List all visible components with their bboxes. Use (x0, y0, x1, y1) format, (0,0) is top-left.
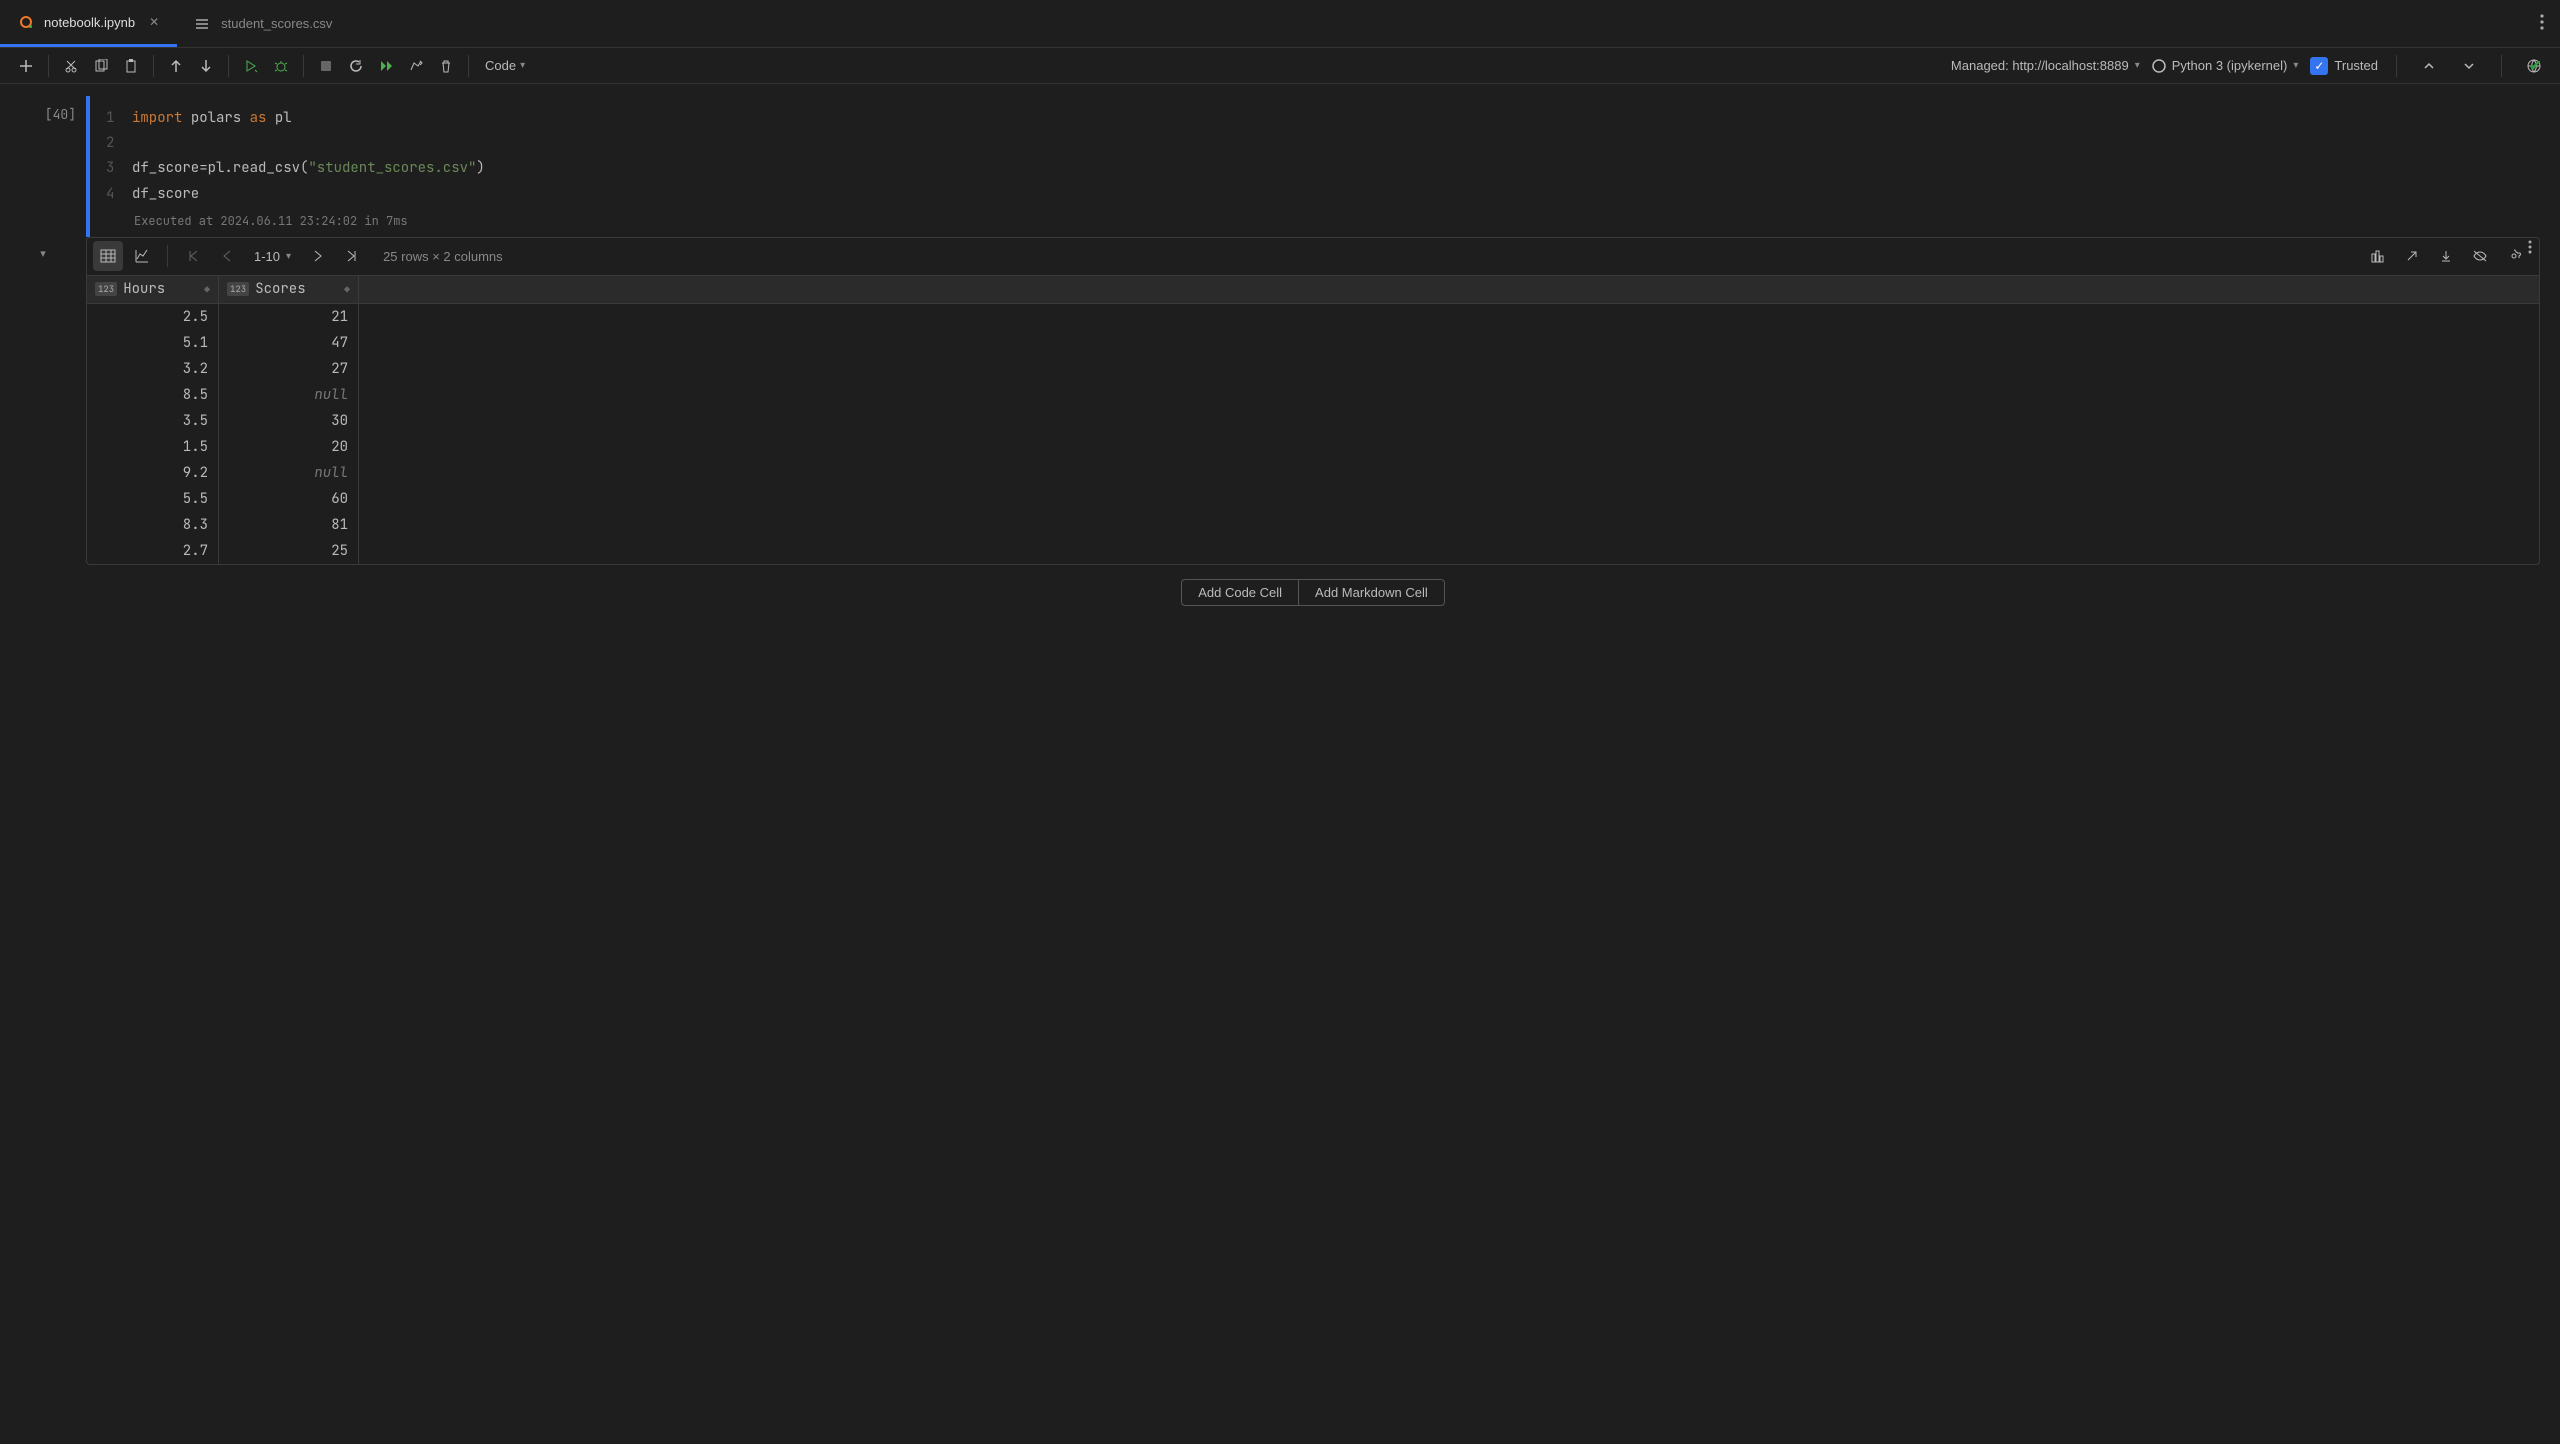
column-header[interactable]: 123 Scores ◆ (219, 276, 358, 304)
table-cell[interactable]: 8.5 (87, 382, 218, 408)
first-page-icon[interactable] (178, 241, 208, 271)
add-code-cell-button[interactable]: Add Code Cell (1181, 579, 1298, 606)
add-cells-bar: Add Code Cell Add Markdown Cell (86, 579, 2540, 606)
table-cell[interactable]: 81 (219, 512, 358, 538)
data-table: 123 Hours ◆ 2.55.13.28.53.51.59.25.58.32… (87, 276, 2539, 564)
code-editor[interactable]: 1import polars as pl 2 3df_score=pl.read… (90, 96, 2540, 211)
exec-count: [40] (45, 106, 76, 123)
static-output-icon[interactable] (2363, 241, 2393, 271)
table-cell[interactable]: 21 (219, 304, 358, 330)
nav-up-icon[interactable] (2415, 52, 2443, 80)
kernel-status-icon (2152, 59, 2166, 73)
move-up-icon[interactable] (162, 52, 190, 80)
code-cell[interactable]: [40] 1import polars as pl 2 3df_score=pl… (0, 96, 2560, 237)
column-empty (359, 276, 2539, 564)
file-icon (195, 16, 211, 32)
table-cell[interactable]: 30 (219, 408, 358, 434)
paste-icon[interactable] (117, 52, 145, 80)
prev-page-icon[interactable] (212, 241, 242, 271)
table-cell[interactable]: 5.1 (87, 330, 218, 356)
table-summary: 25 rows × 2 columns (371, 249, 515, 264)
settings-icon[interactable] (2499, 241, 2529, 271)
table-cell[interactable]: 1.5 (87, 434, 218, 460)
chevron-down-icon: ▾ (2135, 60, 2140, 71)
managed-server[interactable]: Managed: http://localhost:8889 ▾ (1951, 58, 2140, 73)
chart-view-icon[interactable] (127, 241, 157, 271)
tab-csv[interactable]: student_scores.csv (177, 0, 350, 47)
collapse-output-icon[interactable]: ▾ (40, 247, 46, 606)
trusted-toggle[interactable]: ✓ Trusted (2310, 57, 2378, 75)
sort-icon[interactable]: ◆ (344, 283, 350, 296)
delete-cell-icon[interactable] (432, 52, 460, 80)
add-cell-icon[interactable] (12, 52, 40, 80)
chevron-down-icon: ▾ (520, 60, 525, 71)
tab-bar: noteboolk.ipynb ✕ student_scores.csv (0, 0, 2560, 48)
notebook-area: [40] 1import polars as pl 2 3df_score=pl… (0, 84, 2560, 606)
table-view-icon[interactable] (93, 241, 123, 271)
table-cell[interactable]: 25 (219, 538, 358, 564)
table-cell[interactable]: 3.5 (87, 408, 218, 434)
table-cell[interactable]: 2.7 (87, 538, 218, 564)
cell-output: ▾ 1-10 ▾ 25 rows × (0, 237, 2560, 606)
table-cell[interactable]: 9.2 (87, 460, 218, 486)
next-page-icon[interactable] (303, 241, 333, 271)
last-page-icon[interactable] (337, 241, 367, 271)
table-cell[interactable]: 2.5 (87, 304, 218, 330)
cell-type-select[interactable]: Code ▾ (477, 58, 533, 73)
cell-gutter: [40] (0, 96, 86, 237)
cut-icon[interactable] (57, 52, 85, 80)
table-cell[interactable]: null (219, 382, 358, 408)
clear-outputs-icon[interactable] (402, 52, 430, 80)
add-markdown-cell-button[interactable]: Add Markdown Cell (1298, 579, 1445, 606)
jupyter-icon (18, 14, 34, 30)
column-scores: 123 Scores ◆ 214727null3020null608125 (219, 276, 359, 564)
dataviewer-toolbar: 1-10 ▾ 25 rows × 2 columns (87, 238, 2539, 276)
close-icon[interactable]: ✕ (149, 15, 159, 29)
exec-meta: Executed at 2024.06.11 23:24:02 in 7ms (90, 211, 2540, 237)
table-cell[interactable]: 8.3 (87, 512, 218, 538)
type-badge: 123 (227, 282, 249, 296)
restart-icon[interactable] (342, 52, 370, 80)
table-cell[interactable]: 20 (219, 434, 358, 460)
table-cell[interactable]: 27 (219, 356, 358, 382)
move-down-icon[interactable] (192, 52, 220, 80)
tab-notebook[interactable]: noteboolk.ipynb ✕ (0, 0, 177, 47)
sort-icon[interactable]: ◆ (204, 283, 210, 296)
page-indicator[interactable]: 1-10 ▾ (246, 249, 299, 264)
open-new-tab-icon[interactable] (2397, 241, 2427, 271)
nav-down-icon[interactable] (2455, 52, 2483, 80)
table-cell[interactable]: 5.5 (87, 486, 218, 512)
hide-columns-icon[interactable] (2465, 241, 2495, 271)
debug-icon[interactable] (267, 52, 295, 80)
download-icon[interactable] (2431, 241, 2461, 271)
tab-overflow-icon[interactable] (2540, 14, 2560, 33)
stop-icon[interactable] (312, 52, 340, 80)
checkbox-icon: ✓ (2310, 57, 2328, 75)
kernel-selector[interactable]: Python 3 (ipykernel) ▾ (2152, 58, 2299, 73)
dataframe-viewer: 1-10 ▾ 25 rows × 2 columns (86, 237, 2540, 565)
table-cell[interactable]: 47 (219, 330, 358, 356)
output-more-icon[interactable] (2528, 240, 2532, 257)
column-header[interactable]: 123 Hours ◆ (87, 276, 218, 304)
tab-label: noteboolk.ipynb (44, 15, 135, 30)
table-cell[interactable]: null (219, 460, 358, 486)
table-cell[interactable]: 60 (219, 486, 358, 512)
chevron-down-icon: ▾ (2293, 60, 2298, 71)
cell-type-label: Code (485, 58, 516, 73)
execution-status-icon: ✔ (2529, 56, 2542, 76)
tab-label: student_scores.csv (221, 16, 332, 31)
run-cell-icon[interactable] (237, 52, 265, 80)
type-badge: 123 (95, 282, 117, 296)
run-all-icon[interactable] (372, 52, 400, 80)
copy-icon[interactable] (87, 52, 115, 80)
table-cell[interactable]: 3.2 (87, 356, 218, 382)
column-hours: 123 Hours ◆ 2.55.13.28.53.51.59.25.58.32… (87, 276, 219, 564)
toolbar: Code ▾ Managed: http://localhost:8889 ▾ … (0, 48, 2560, 84)
chevron-down-icon: ▾ (286, 251, 291, 262)
